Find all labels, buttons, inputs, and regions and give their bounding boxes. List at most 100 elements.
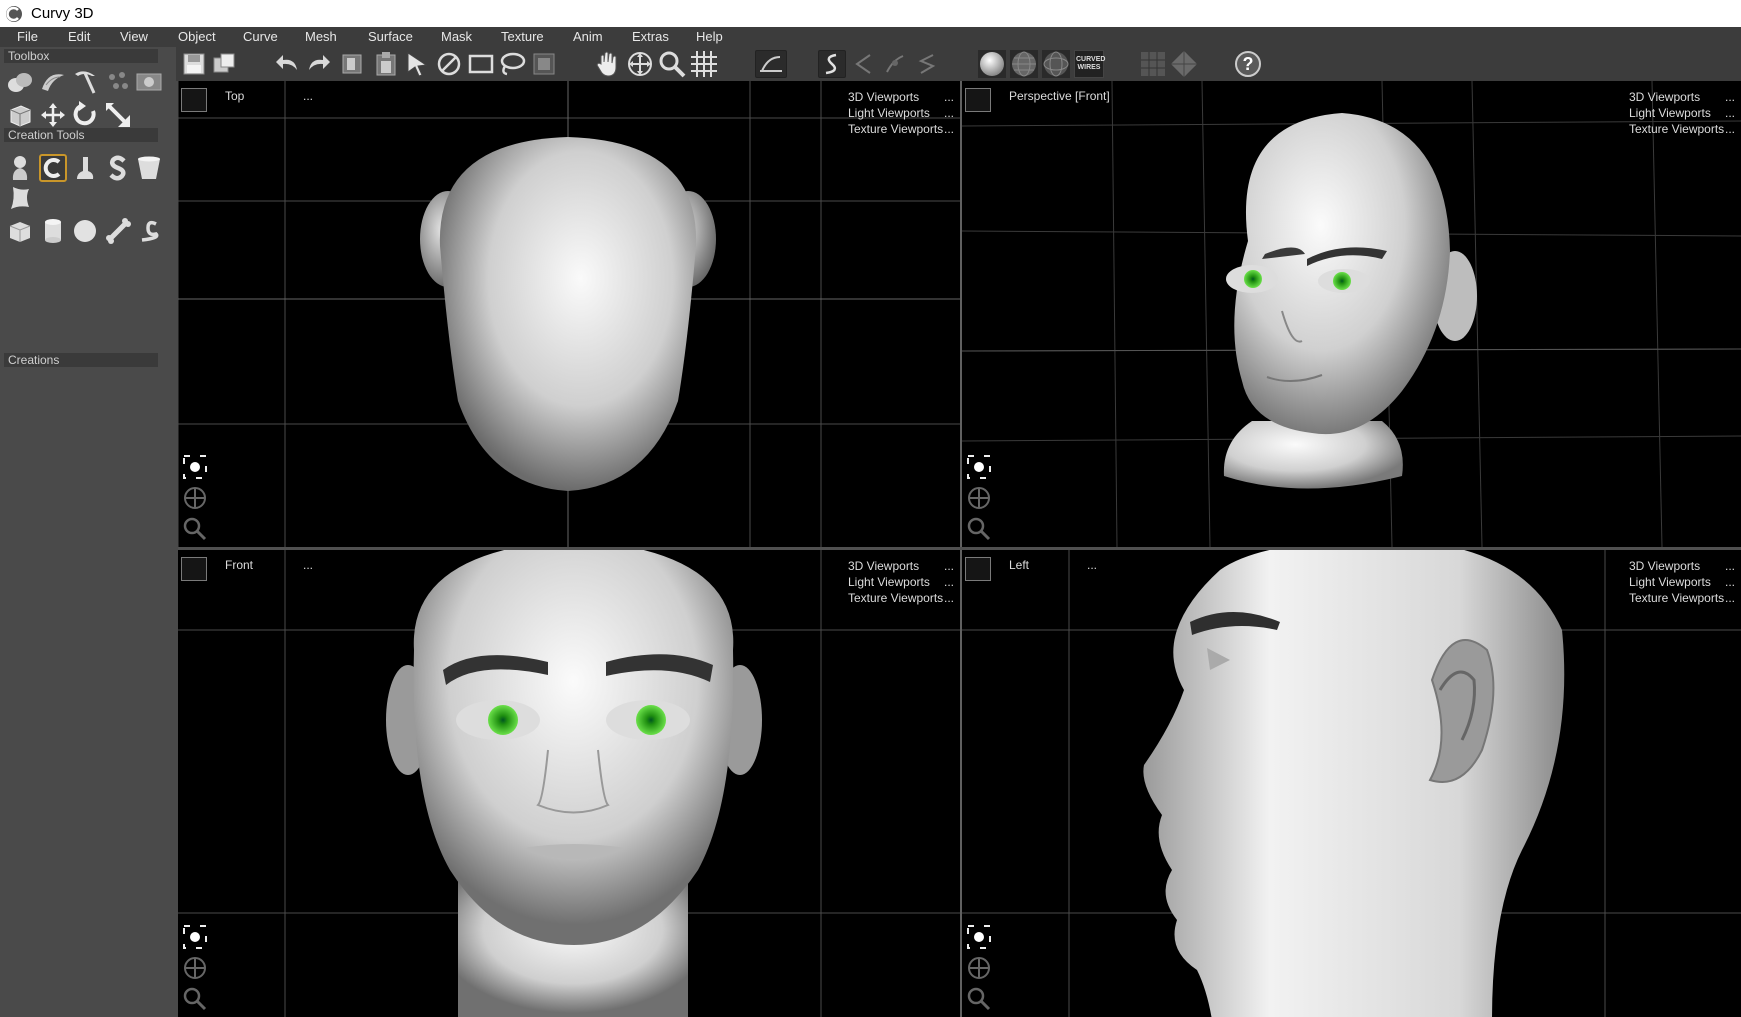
- points-tool-icon[interactable]: [104, 67, 132, 95]
- select-arrow-icon[interactable]: [403, 50, 431, 78]
- menu-texture[interactable]: Texture: [501, 29, 544, 44]
- help-icon[interactable]: ?: [1234, 50, 1262, 78]
- camera-tool-icon[interactable]: [135, 67, 163, 95]
- menu-mask[interactable]: Mask: [441, 29, 472, 44]
- camera-zoom-icon[interactable]: [182, 516, 208, 542]
- curved-wires-icon[interactable]: CURVED WIRES: [1074, 50, 1105, 78]
- twist-tool-icon[interactable]: [39, 67, 67, 95]
- bone-primitive-icon[interactable]: [104, 217, 132, 245]
- pawn-shape-icon[interactable]: [6, 154, 34, 182]
- menu-file[interactable]: File: [17, 29, 38, 44]
- menu-texture-viewports[interactable]: Texture Viewports...: [1629, 121, 1735, 137]
- curvy-shape-icon[interactable]: [39, 154, 67, 182]
- viewport-layout-button[interactable]: [181, 557, 207, 581]
- head-front-view[interactable]: [178, 550, 960, 1017]
- head-perspective-view[interactable]: [962, 81, 1741, 547]
- viewport-name[interactable]: Top: [225, 89, 244, 103]
- menu-light-viewports[interactable]: Light Viewports...: [848, 574, 954, 590]
- camera-focus-icon[interactable]: [182, 924, 208, 950]
- boot-shape-icon[interactable]: [71, 154, 99, 182]
- rectangle-select-icon[interactable]: [467, 50, 495, 78]
- menu-3d-viewports[interactable]: 3D Viewports...: [1629, 89, 1735, 105]
- curve-node-icon[interactable]: [881, 50, 909, 78]
- menu-anim[interactable]: Anim: [573, 29, 603, 44]
- viewport-left[interactable]: Left ... 3D Viewports... Light Viewports…: [962, 550, 1741, 1017]
- menu-texture-viewports[interactable]: Texture Viewports...: [848, 590, 954, 606]
- camera-zoom-icon[interactable]: [966, 516, 992, 542]
- viewport-layout-button[interactable]: [965, 557, 991, 581]
- lasso-icon[interactable]: [498, 50, 526, 78]
- sphere-primitive-icon[interactable]: [71, 217, 99, 245]
- tube-primitive-icon[interactable]: [135, 217, 163, 245]
- pick-tool-icon[interactable]: [71, 67, 99, 95]
- zoom-icon[interactable]: [658, 50, 686, 78]
- menu-texture-viewports[interactable]: Texture Viewports...: [848, 121, 954, 137]
- camera-focus-icon[interactable]: [182, 454, 208, 480]
- sculpt-blob-icon[interactable]: [6, 67, 34, 95]
- translate-tool-icon[interactable]: [39, 101, 67, 129]
- viewport-perspective[interactable]: Perspective [Front] 3D Viewports... Ligh…: [962, 81, 1741, 547]
- menu-view[interactable]: View: [120, 29, 148, 44]
- camera-focus-icon[interactable]: [966, 924, 992, 950]
- save-icon[interactable]: [180, 50, 208, 78]
- viewport-name[interactable]: Perspective [Front]: [1009, 89, 1110, 103]
- camera-zoom-icon[interactable]: [182, 986, 208, 1012]
- viewport-name[interactable]: Front: [225, 558, 253, 572]
- menu-light-viewports[interactable]: Light Viewports...: [1629, 105, 1735, 121]
- viewport-name-dropdown[interactable]: ...: [303, 558, 313, 572]
- menu-extras[interactable]: Extras: [632, 29, 669, 44]
- camera-pan-icon[interactable]: [966, 955, 992, 981]
- save-as-icon[interactable]: [210, 50, 238, 78]
- measure-icon[interactable]: [755, 50, 787, 78]
- curve-edit-icon[interactable]: [913, 50, 941, 78]
- menu-texture-viewports[interactable]: Texture Viewports...: [1629, 590, 1735, 606]
- sheet-shape-icon[interactable]: [6, 184, 34, 212]
- viewport-name-dropdown[interactable]: ...: [1087, 558, 1097, 572]
- camera-pan-icon[interactable]: [182, 485, 208, 511]
- camera-focus-icon[interactable]: [966, 454, 992, 480]
- smooth-shading-icon[interactable]: [978, 50, 1006, 78]
- wire-shading-alt-icon[interactable]: [1042, 50, 1070, 78]
- menu-object[interactable]: Object: [178, 29, 216, 44]
- bucket-shape-icon[interactable]: [135, 154, 163, 182]
- viewport-front[interactable]: Front ... 3D Viewports... Light Viewport…: [178, 550, 960, 1017]
- rotate-tool-icon[interactable]: [71, 101, 99, 129]
- menu-help[interactable]: Help: [696, 29, 723, 44]
- head-top-view[interactable]: [178, 81, 960, 547]
- diamond-grid-icon[interactable]: [1170, 50, 1198, 78]
- viewport-name-dropdown[interactable]: ...: [303, 89, 313, 103]
- cube-primitive-icon[interactable]: [6, 217, 34, 245]
- menu-surface[interactable]: Surface: [368, 29, 413, 44]
- flat-grid-icon[interactable]: [1139, 50, 1167, 78]
- grid-icon[interactable]: [690, 50, 718, 78]
- camera-pan-icon[interactable]: [182, 955, 208, 981]
- paste-icon[interactable]: [372, 50, 400, 78]
- menu-3d-viewports[interactable]: 3D Viewports...: [848, 558, 954, 574]
- redo-icon[interactable]: [304, 50, 332, 78]
- menu-3d-viewports[interactable]: 3D Viewports...: [1629, 558, 1735, 574]
- menu-curve[interactable]: Curve: [243, 29, 278, 44]
- viewport-layout-button[interactable]: [181, 88, 207, 112]
- curve-disabled-icon[interactable]: [850, 50, 878, 78]
- camera-zoom-icon[interactable]: [966, 986, 992, 1012]
- undo-icon[interactable]: [274, 50, 302, 78]
- menu-edit[interactable]: Edit: [68, 29, 90, 44]
- move-icon[interactable]: [626, 50, 654, 78]
- cylinder-primitive-icon[interactable]: [39, 217, 67, 245]
- mask-icon[interactable]: [530, 50, 558, 78]
- wire-shading-icon[interactable]: [1010, 50, 1038, 78]
- menu-mesh[interactable]: Mesh: [305, 29, 337, 44]
- menu-3d-viewports[interactable]: 3D Viewports...: [848, 89, 954, 105]
- scale-tool-icon[interactable]: [104, 101, 132, 129]
- no-select-icon[interactable]: [435, 50, 463, 78]
- menu-light-viewports[interactable]: Light Viewports...: [848, 105, 954, 121]
- copy-icon[interactable]: [338, 50, 366, 78]
- pan-hand-icon[interactable]: [594, 50, 622, 78]
- menu-light-viewports[interactable]: Light Viewports...: [1629, 574, 1735, 590]
- viewport-name[interactable]: Left: [1009, 558, 1029, 572]
- viewport-top[interactable]: Top ... 3D Viewports... Light Viewports.…: [178, 81, 960, 547]
- curve-icon[interactable]: [818, 50, 846, 78]
- s-shape-icon[interactable]: [104, 154, 132, 182]
- head-left-view[interactable]: [962, 550, 1741, 1017]
- box-object-icon[interactable]: [6, 101, 34, 129]
